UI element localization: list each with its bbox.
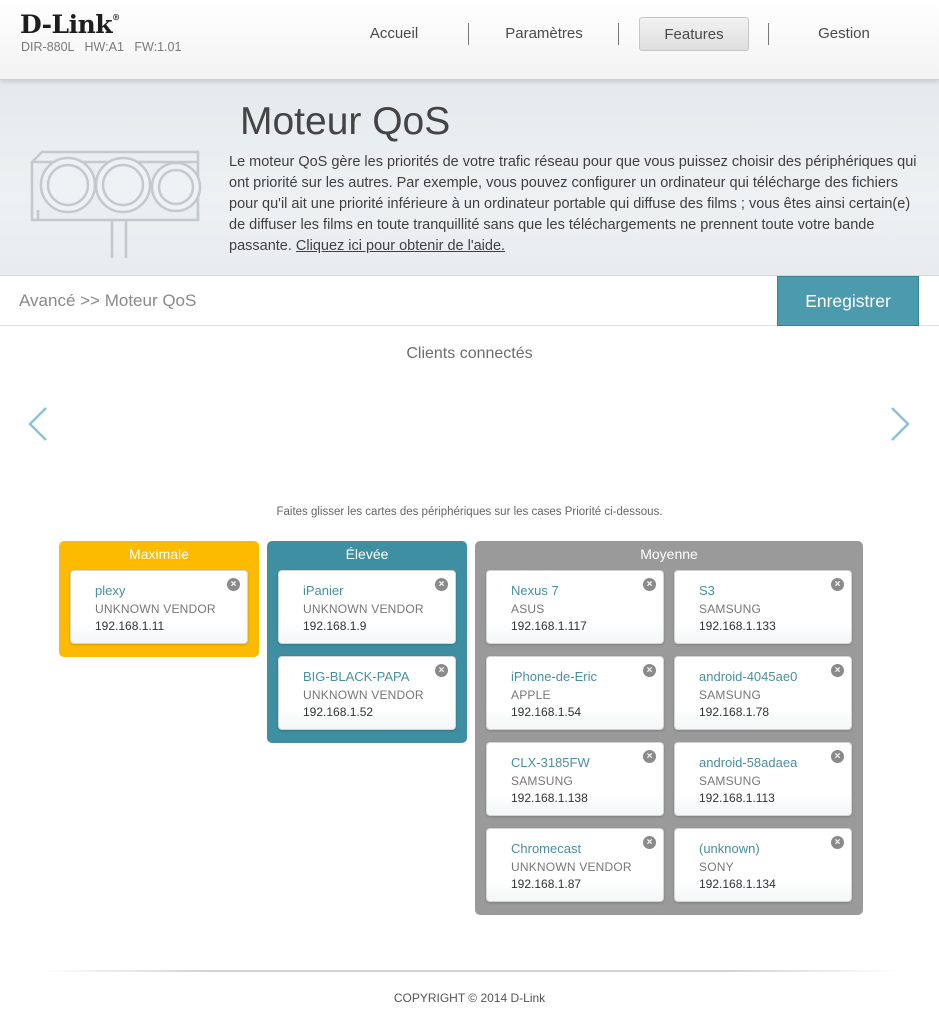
traffic-light-icon — [30, 150, 202, 258]
device-ip: 192.168.1.138 — [511, 791, 588, 805]
device-vendor: UNKNOWN VENDOR — [303, 688, 424, 702]
chevron-left-icon[interactable] — [26, 404, 50, 444]
device-card[interactable]: S3 SAMSUNG 192.168.1.133 × — [674, 570, 852, 644]
breadcrumb-bar: Avancé >> Moteur QoS Enregistrer — [0, 276, 939, 326]
device-ip: 192.168.1.54 — [511, 705, 582, 719]
close-circle-icon[interactable]: × — [831, 578, 844, 591]
trademark-mark: ® — [112, 12, 120, 22]
priority-box-max[interactable]: Maximale plexy UNKNOWN VENDOR 192.168.1.… — [59, 541, 259, 657]
device-vendor: UNKNOWN VENDOR — [95, 602, 216, 616]
device-name: S3 — [699, 583, 715, 598]
device-ip: 192.168.1.78 — [699, 705, 770, 719]
device-card[interactable]: (unknown) SONY 192.168.1.134 × — [674, 828, 852, 902]
brand-name: D-Link — [20, 10, 113, 39]
priority-box-high[interactable]: Élevée iPanier UNKNOWN VENDOR 192.168.1.… — [267, 541, 467, 743]
drag-hint: Faites glisser les cartes des périphériq… — [276, 506, 663, 518]
nav-divider — [618, 23, 619, 45]
device-card[interactable]: CLX-3185FW SAMSUNG 192.168.1.138 × — [486, 742, 664, 816]
device-ip: 192.168.1.9 — [303, 619, 367, 633]
device-card[interactable]: android-4045ae0 SAMSUNG 192.168.1.78 × — [674, 656, 852, 730]
close-circle-icon[interactable]: × — [831, 836, 844, 849]
close-circle-icon[interactable]: × — [435, 578, 448, 591]
device-info: DIR-880L HW:A1 FW:1.01 — [21, 40, 181, 54]
device-name: android-4045ae0 — [699, 669, 798, 684]
device-vendor: SAMSUNG — [699, 774, 762, 788]
nav-parametres[interactable]: Paramètres — [486, 17, 602, 51]
priority-label: Moyenne — [640, 546, 698, 562]
connected-clients-title: Clients connectés — [406, 345, 533, 362]
device-ip: 192.168.1.117 — [511, 619, 587, 633]
device-ip: 192.168.1.113 — [699, 791, 775, 805]
device-name: (unknown) — [699, 841, 760, 856]
device-vendor: SAMSUNG — [699, 602, 762, 616]
close-circle-icon[interactable]: × — [643, 836, 656, 849]
help-link[interactable]: Cliquez ici pour obtenir de l'aide. — [296, 238, 505, 254]
close-circle-icon[interactable]: × — [643, 578, 656, 591]
device-card[interactable]: Nexus 7 ASUS 192.168.1.117 × — [486, 570, 664, 644]
close-circle-icon[interactable]: × — [831, 750, 844, 763]
close-circle-icon[interactable]: × — [831, 664, 844, 677]
nav-divider — [768, 23, 769, 45]
top-header: D-Link® DIR-880L HW:A1 FW:1.01 Accueil P… — [0, 0, 939, 80]
device-name: BIG-BLACK-PAPA — [303, 669, 410, 684]
device-card[interactable]: Chromecast UNKNOWN VENDOR 192.168.1.87 × — [486, 828, 664, 902]
nav-gestion[interactable]: Gestion — [786, 17, 902, 51]
copyright: COPYRIGHT © 2014 D-Link — [393, 991, 546, 1005]
chevron-right-icon[interactable] — [888, 404, 912, 444]
device-vendor: SAMSUNG — [699, 688, 762, 702]
breadcrumb: Avancé >> Moteur QoS — [19, 291, 197, 310]
device-name: iPanier — [303, 583, 344, 598]
hardware-version: HW:A1 — [84, 40, 124, 54]
device-vendor: UNKNOWN VENDOR — [511, 860, 632, 874]
close-circle-icon[interactable]: × — [435, 664, 448, 677]
device-card[interactable]: iPanier UNKNOWN VENDOR 192.168.1.9 × — [278, 570, 456, 644]
firmware-version: FW:1.01 — [134, 40, 182, 54]
nav-features[interactable]: Features — [639, 17, 749, 51]
device-card[interactable]: iPhone-de-Eric APPLE 192.168.1.54 × — [486, 656, 664, 730]
nav-divider — [468, 23, 469, 45]
device-ip: 192.168.1.52 — [303, 705, 374, 719]
model-name: DIR-880L — [21, 40, 75, 54]
intro-banner: Moteur QoS Le moteur QoS gère les priori… — [0, 80, 939, 276]
device-vendor: SONY — [699, 860, 734, 874]
device-name: plexy — [95, 583, 126, 598]
intro-description: Le moteur QoS gère les priorités de votr… — [229, 152, 919, 257]
device-name: iPhone-de-Eric — [511, 669, 597, 684]
brand-logo[interactable]: D-Link® — [20, 10, 120, 39]
priority-label: Élevée — [345, 546, 389, 562]
device-card[interactable]: android-58adaea SAMSUNG 192.168.1.113 × — [674, 742, 852, 816]
priority-box-medium[interactable]: Moyenne Nexus 7 ASUS 192.168.1.117 × S3 … — [475, 541, 863, 915]
device-name: Nexus 7 — [511, 583, 559, 598]
device-name: CLX-3185FW — [511, 755, 590, 770]
device-ip: 192.168.1.133 — [699, 619, 776, 633]
device-name: Chromecast — [511, 841, 582, 856]
device-vendor: APPLE — [511, 688, 551, 702]
nav-accueil[interactable]: Accueil — [336, 17, 452, 51]
close-circle-icon[interactable]: × — [643, 664, 656, 677]
device-card[interactable]: plexy UNKNOWN VENDOR 192.168.1.11 × — [70, 570, 248, 644]
priority-label: Maximale — [129, 546, 189, 562]
device-card[interactable]: BIG-BLACK-PAPA UNKNOWN VENDOR 192.168.1.… — [278, 656, 456, 730]
save-button[interactable]: Enregistrer — [777, 276, 919, 326]
device-ip: 192.168.1.87 — [511, 877, 582, 891]
device-ip: 192.168.1.11 — [95, 619, 165, 633]
device-vendor: SAMSUNG — [511, 774, 574, 788]
device-name: android-58adaea — [699, 755, 798, 770]
device-vendor: UNKNOWN VENDOR — [303, 602, 424, 616]
footer-divider — [40, 970, 899, 972]
device-vendor: ASUS — [511, 602, 545, 616]
device-ip: 192.168.1.134 — [699, 877, 776, 891]
close-circle-icon[interactable]: × — [643, 750, 656, 763]
close-circle-icon[interactable]: × — [227, 578, 240, 591]
page-title: Moteur QoS — [240, 100, 451, 143]
